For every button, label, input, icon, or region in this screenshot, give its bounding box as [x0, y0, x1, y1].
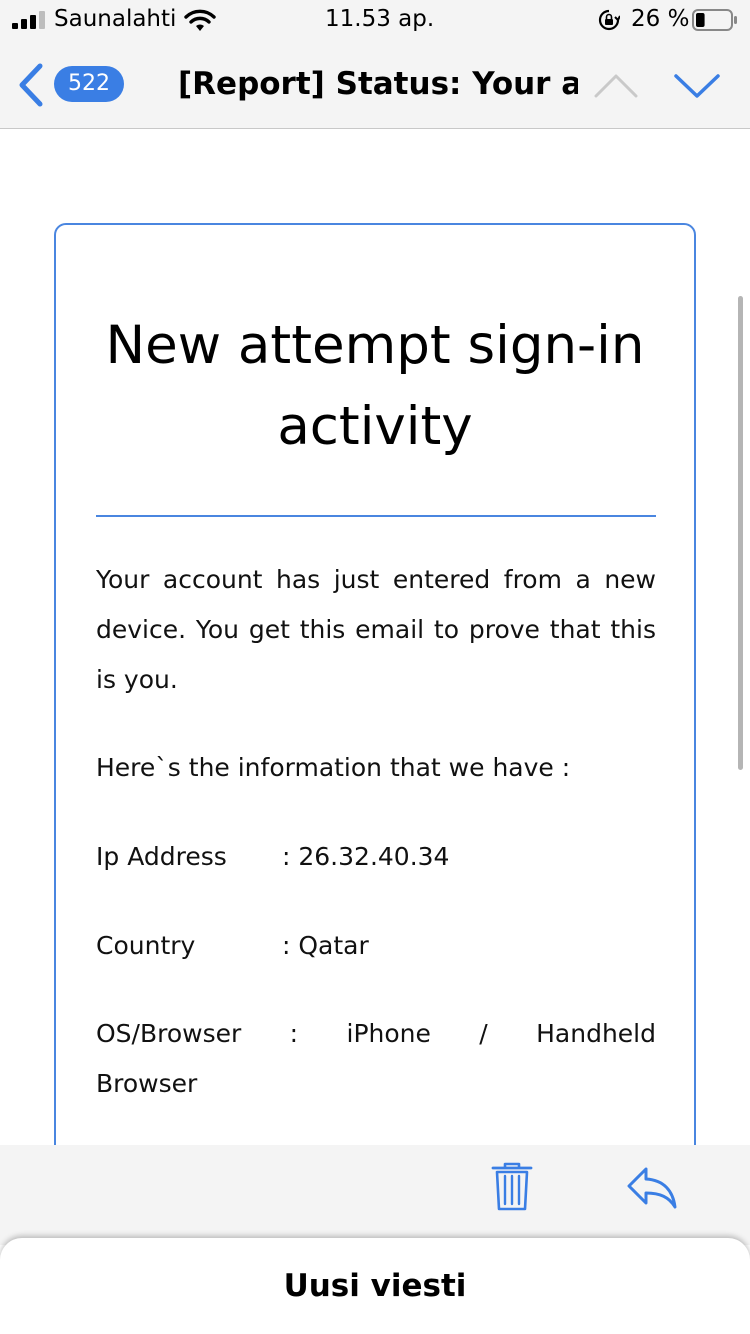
scroll-indicator[interactable]: [738, 296, 743, 770]
new-message-sheet[interactable]: Uusi viesti: [0, 1238, 750, 1334]
carrier-name: Saunalahti: [54, 6, 177, 32]
signal-icon: [12, 11, 45, 29]
country-value: : Qatar: [282, 931, 369, 960]
os-browser-value: Handheld: [536, 1019, 656, 1048]
new-message-title: Uusi viesti: [283, 1268, 467, 1304]
ip-address-row: Ip Address : 26.32.40.34: [96, 832, 656, 882]
os-browser-label: OS/Browser: [96, 1019, 242, 1048]
country-label: Country: [96, 931, 196, 960]
os-device-value: iPhone: [346, 1019, 431, 1048]
chevron-down-icon[interactable]: [674, 72, 720, 100]
ip-address-value: : 26.32.40.34: [282, 842, 450, 871]
mailbox-count-badge[interactable]: 522: [54, 66, 124, 102]
clock-time: 11.53 ap.: [325, 6, 435, 32]
status-bar: Saunalahti 11.53 ap. 26 %: [0, 0, 750, 40]
reply-icon[interactable]: [626, 1165, 678, 1209]
mail-screen: Saunalahti 11.53 ap. 26 % 522 [Report] S…: [0, 0, 750, 1334]
chevron-up-icon[interactable]: [594, 72, 638, 100]
battery-icon: [692, 9, 737, 31]
nav-bar: 522 [Report] Status: Your a...: [0, 40, 750, 129]
ip-address-label: Ip Address: [96, 842, 227, 871]
back-chevron-icon[interactable]: [16, 62, 46, 108]
info-intro: Here`s the information that we have :: [96, 753, 571, 782]
country-row: Country : Qatar: [96, 921, 656, 971]
orientation-lock-icon: [598, 9, 620, 31]
heading-divider: [96, 515, 656, 517]
trash-icon[interactable]: [490, 1161, 534, 1213]
wifi-icon: [184, 9, 216, 31]
os-browser-row: OS/Browser : iPhone / Handheld: [96, 1009, 656, 1059]
battery-percent: 26 %: [631, 6, 690, 32]
message-subject-title: [Report] Status: Your a...: [178, 66, 578, 102]
os-browser-continued: Browser: [96, 1069, 198, 1098]
message-toolbar: [0, 1145, 750, 1245]
email-heading: New attempt sign-in activity: [105, 315, 645, 457]
os-browser-separator: :: [289, 1019, 299, 1048]
email-paragraph: Your account has just entered from a new…: [96, 565, 656, 694]
email-card: New attempt sign-in activity Your accoun…: [54, 223, 696, 1223]
os-slash: /: [479, 1019, 488, 1048]
